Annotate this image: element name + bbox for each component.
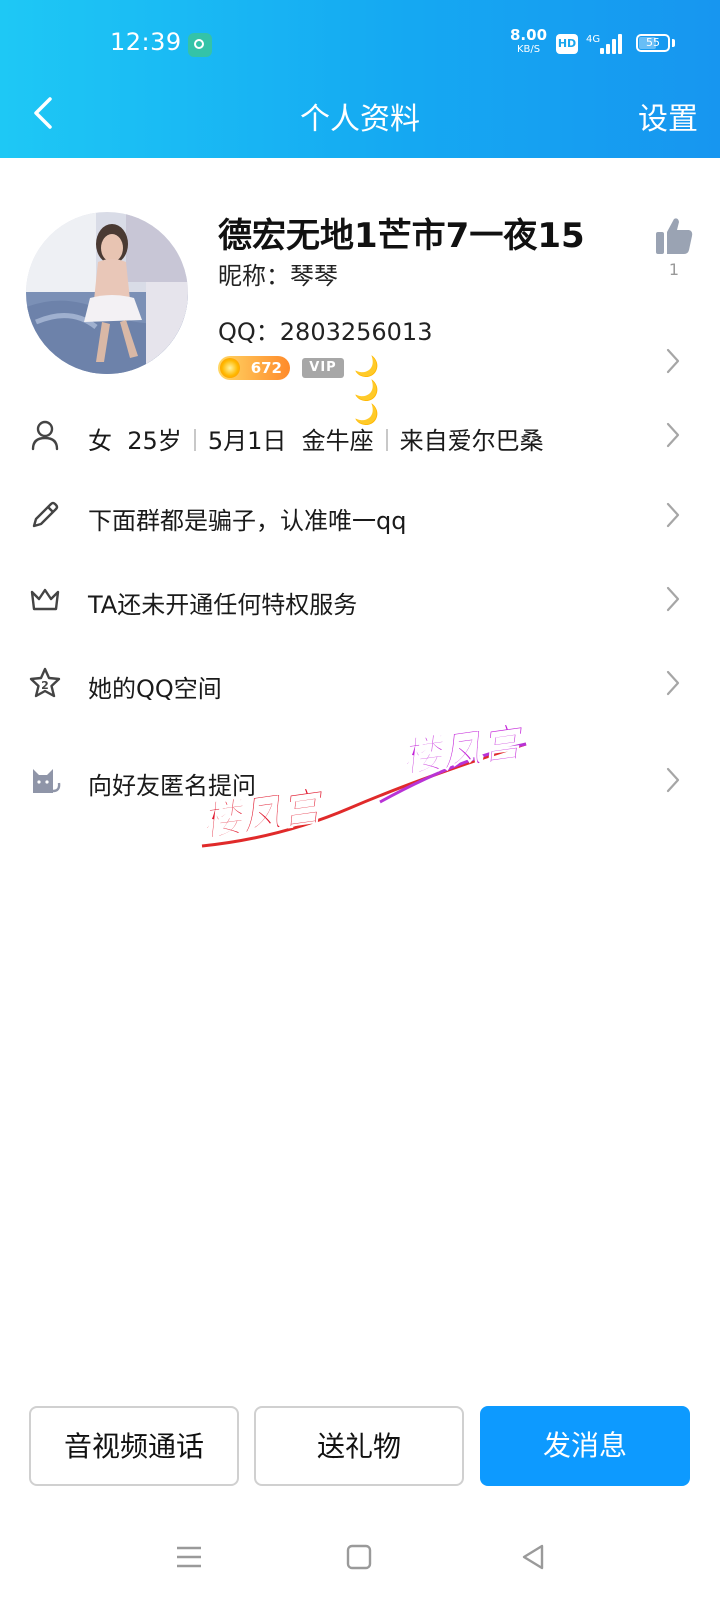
privilege-text: TA还未开通任何特权服务: [88, 591, 358, 619]
app-header: 12:39 8.00 KB/S HD 4G 55 个人资料 设置: [0, 0, 720, 158]
home-square-icon[interactable]: [344, 1540, 374, 1574]
zodiac: 金牛座: [301, 427, 374, 455]
qzone-text: 她的QQ空间: [88, 675, 222, 703]
chevron-right-icon: [666, 670, 680, 696]
svg-text:2: 2: [41, 679, 49, 692]
chevron-right-icon: [666, 767, 680, 793]
notification-app-icon: [188, 33, 212, 57]
network-speed: 8.00 KB/S: [510, 28, 547, 55]
settings-button[interactable]: 设置: [638, 94, 698, 138]
profile-display-name: 德宏无地1芒市7一夜15: [218, 216, 585, 256]
profile-nickname: 昵称：琴琴: [218, 262, 338, 290]
hd-badge: HD: [556, 34, 578, 54]
privilege-row[interactable]: TA还未开通任何特权服务: [0, 574, 720, 624]
send-gift-button[interactable]: 送礼物: [254, 1406, 464, 1486]
watermark-text-1: 楼凤宫: [200, 783, 329, 846]
page-title: 个人资料: [300, 102, 420, 137]
watermark-text-2: 楼凤宫: [399, 719, 529, 782]
signal-icon: [598, 32, 624, 54]
signature-text: 下面群都是骗子，认准唯一qq: [88, 507, 407, 535]
age: 25岁: [127, 427, 182, 455]
location: 来自爱尔巴桑: [399, 427, 544, 455]
battery-icon: 55: [636, 34, 670, 52]
chevron-right-icon[interactable]: [666, 348, 680, 374]
thumbs-up-icon[interactable]: [654, 216, 694, 256]
qzone-row[interactable]: 2 她的QQ空间: [0, 658, 720, 708]
star-icon: 2: [29, 667, 61, 698]
birthday: 5月1日: [207, 427, 287, 455]
chevron-right-icon: [666, 586, 680, 612]
vip-badge: VIP: [302, 358, 344, 378]
avatar[interactable]: [26, 212, 188, 374]
network-speed-unit: KB/S: [516, 44, 541, 55]
sun-icon: [220, 358, 240, 378]
menu-icon[interactable]: [174, 1540, 204, 1574]
status-time: 12:39: [110, 28, 182, 56]
qq-number: QQ：2803256013: [218, 318, 433, 346]
level-badge: 672: [218, 356, 290, 380]
watermark: 楼凤宫 楼凤宫: [200, 718, 530, 848]
basic-info-text: 女 25岁 5月1日 金牛座 来自爱尔巴桑: [88, 421, 544, 456]
crown-icon: [30, 588, 60, 611]
basic-info-row[interactable]: 女 25岁 5月1日 金牛座 来自爱尔巴桑: [0, 410, 720, 460]
av-call-button[interactable]: 音视频通话: [29, 1406, 239, 1486]
person-icon: [31, 420, 59, 451]
gender: 女: [88, 427, 112, 455]
cat-icon: [33, 769, 61, 793]
network-speed-value: 8.00: [510, 26, 548, 44]
signature-row[interactable]: 下面群都是骗子，认准唯一qq: [0, 490, 720, 540]
chevron-right-icon: [666, 502, 680, 528]
battery-level: 55: [646, 36, 660, 49]
send-message-button[interactable]: 发消息: [480, 1406, 690, 1486]
chevron-right-icon: [666, 422, 680, 448]
back-triangle-icon[interactable]: [518, 1540, 548, 1574]
pencil-icon: [32, 501, 59, 528]
level-value: 672: [250, 359, 282, 377]
like-count: 1: [668, 260, 680, 279]
